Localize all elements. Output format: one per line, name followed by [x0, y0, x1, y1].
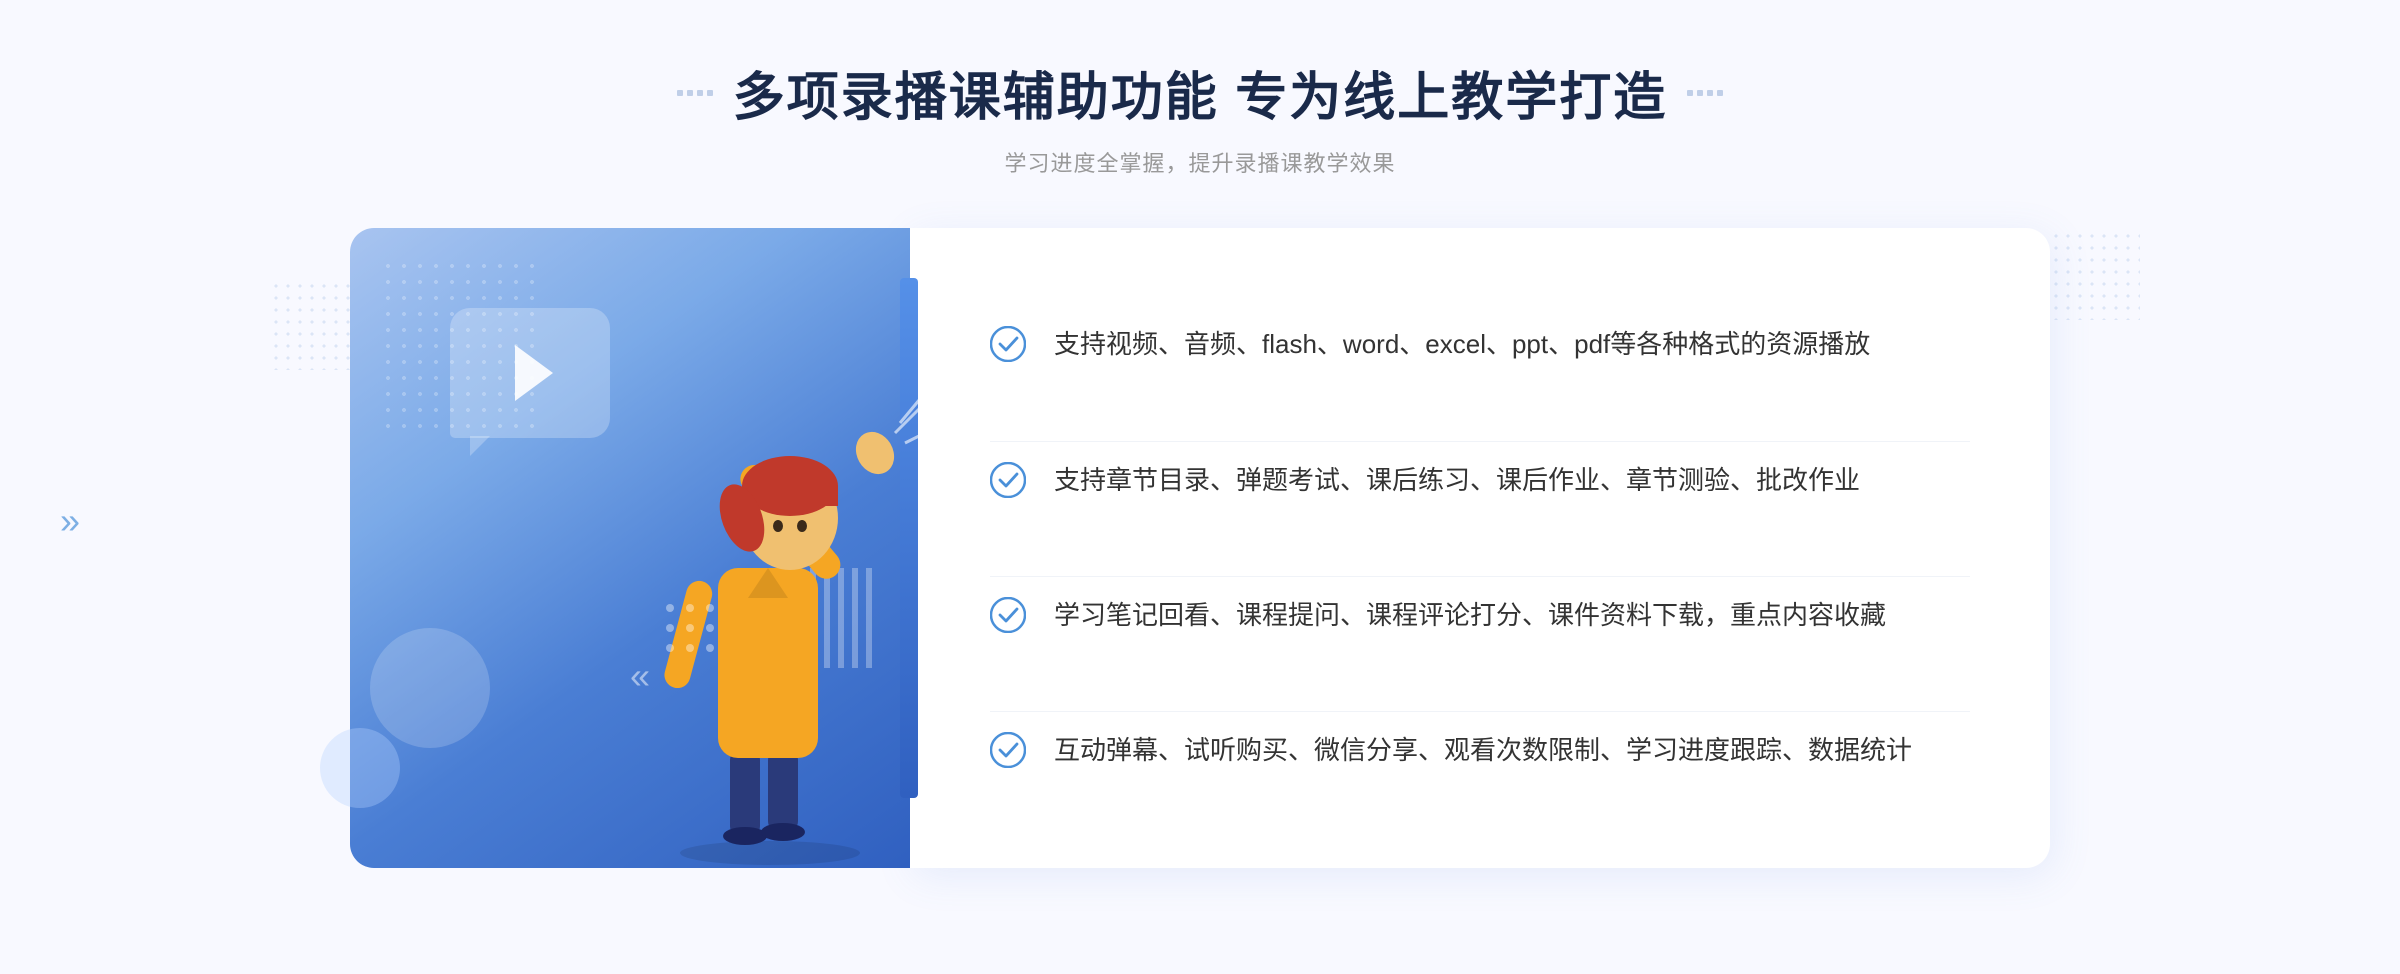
content-area: « 支持视频、音频、flash、word、excel、ppt、pdf等各种格式的… — [350, 228, 2050, 868]
title-decorator-left — [677, 90, 713, 96]
arrow-left-decoration: » — [60, 500, 80, 542]
features-box: 支持视频、音频、flash、word、excel、ppt、pdf等各种格式的资源… — [910, 228, 2050, 868]
header-section: 多项录播课辅助功能 专为线上教学打造 学习进度全掌握，提升录播课教学效果 — [677, 55, 1723, 178]
feature-item-1: 支持视频、音频、flash、word、excel、ppt、pdf等各种格式的资源… — [990, 306, 1970, 384]
feature-text-2: 支持章节目录、弹题考试、课后练习、课后作业、章节测验、批改作业 — [1054, 460, 1860, 502]
title-decorator-right — [1687, 90, 1723, 96]
deco-circle-small — [320, 728, 400, 808]
feature-item-3: 学习笔记回看、课程提问、课程评论打分、课件资料下载，重点内容收藏 — [990, 576, 1970, 655]
page-subtitle: 学习进度全掌握，提升录播课教学效果 — [677, 146, 1723, 178]
dots-decoration-right — [2050, 230, 2140, 320]
play-bubble — [450, 308, 610, 438]
title-row: 多项录播课辅助功能 专为线上教学打造 — [677, 55, 1723, 130]
feature-item-2: 支持章节目录、弹题考试、课后练习、课后作业、章节测验、批改作业 — [990, 441, 1970, 520]
check-icon-2 — [990, 462, 1026, 498]
deco-circle-large — [370, 628, 490, 748]
play-triangle-icon — [515, 345, 553, 401]
check-icon-1 — [990, 326, 1026, 362]
person-illustration: « — [600, 288, 940, 868]
feature-text-3: 学习笔记回看、课程提问、课程评论打分、课件资料下载，重点内容收藏 — [1054, 595, 1886, 637]
check-icon-4 — [990, 732, 1026, 768]
feature-text-4: 互动弹幕、试听购买、微信分享、观看次数限制、学习进度跟踪、数据统计 — [1054, 730, 1912, 772]
page-wrapper: » 多项录播课辅助功能 专为线上教学打造 学习进度全掌握，提升录播课教学效果 — [0, 0, 2400, 974]
page-title: 多项录播课辅助功能 专为线上教学打造 — [733, 55, 1667, 130]
play-bubble-tail — [470, 436, 490, 456]
illustration-box: « — [350, 228, 910, 868]
svg-text:«: « — [630, 655, 650, 696]
feature-item-4: 互动弹幕、试听购买、微信分享、观看次数限制、学习进度跟踪、数据统计 — [990, 711, 1970, 790]
check-icon-3 — [990, 597, 1026, 633]
dots-decoration-left — [270, 280, 360, 370]
feature-text-1: 支持视频、音频、flash、word、excel、ppt、pdf等各种格式的资源… — [1054, 324, 1870, 366]
